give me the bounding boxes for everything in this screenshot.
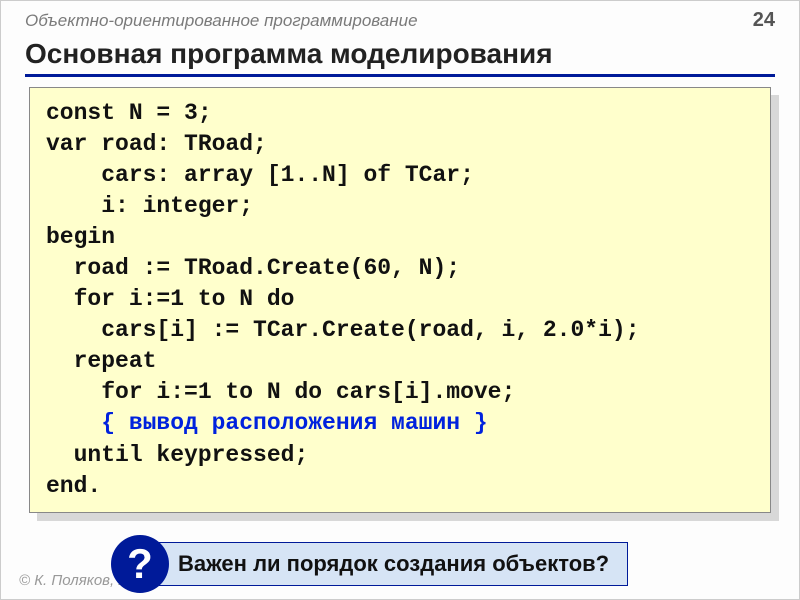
code-line: end.: [46, 473, 101, 499]
slide-title: Основная программа моделирования: [25, 38, 775, 77]
code-line: cars[i] := TCar.Create(road, i, 2.0*i);: [46, 317, 640, 343]
code-line: road := TRoad.Create(60, N);: [46, 255, 460, 281]
code-line: const N = 3;: [46, 100, 212, 126]
code-line: until keypressed;: [46, 442, 308, 468]
code-block-wrap: const N = 3; var road: TRoad; cars: arra…: [29, 87, 771, 513]
subject-label: Объектно-ориентированное программировани…: [25, 11, 418, 31]
code-block: const N = 3; var road: TRoad; cars: arra…: [29, 87, 771, 513]
code-comment: { вывод расположения машин }: [46, 410, 488, 436]
page-number: 24: [753, 9, 775, 32]
code-line: cars: array [1..N] of TCar;: [46, 162, 474, 188]
code-line: for i:=1 to N do: [46, 286, 294, 312]
question-callout: ? Важен ли порядок создания объектов?: [111, 535, 775, 593]
code-line: i: integer;: [46, 193, 253, 219]
question-text: Важен ли порядок создания объектов?: [141, 542, 628, 586]
code-line: begin: [46, 224, 115, 250]
question-icon: ?: [111, 535, 169, 593]
code-line: var road: TRoad;: [46, 131, 267, 157]
code-line: for i:=1 to N do cars[i].move;: [46, 379, 515, 405]
code-line: repeat: [46, 348, 156, 374]
